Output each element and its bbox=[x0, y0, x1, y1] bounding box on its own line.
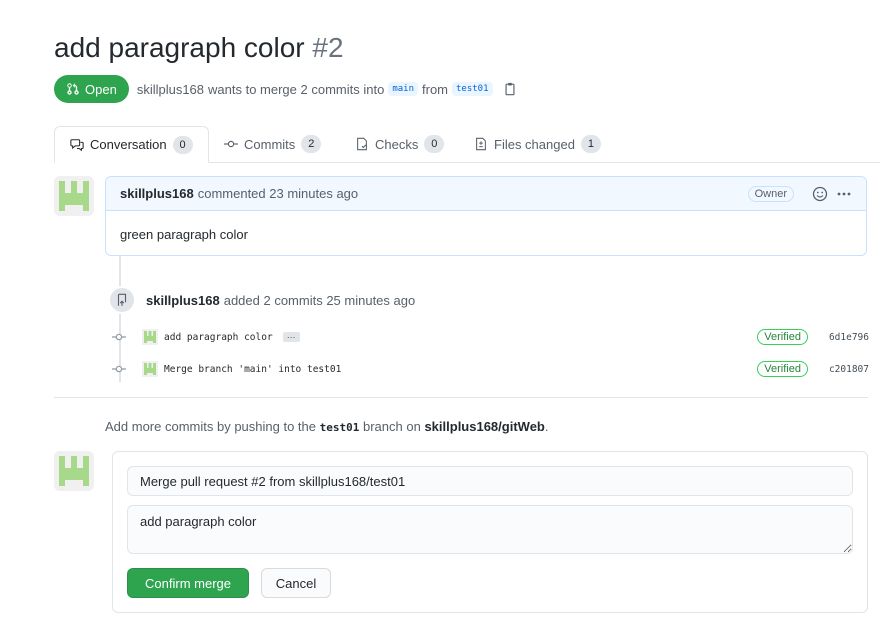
commits-added-event: skillplus168 added 2 commits 25 minutes … bbox=[108, 286, 416, 314]
owner-badge: Owner bbox=[747, 185, 794, 202]
git-commit-icon bbox=[112, 333, 126, 341]
avatar[interactable] bbox=[54, 176, 94, 216]
confirm-merge-button[interactable]: Confirm merge bbox=[127, 568, 249, 598]
commit-row: add paragraph color … Verified 6d1e796 bbox=[112, 326, 869, 348]
pr-state-row: Open skillplus168 wants to merge 2 commi… bbox=[54, 75, 517, 103]
state-badge: Open bbox=[54, 75, 129, 103]
push-hint: Add more commits by pushing to the test0… bbox=[105, 419, 549, 434]
tab-files-changed-count: 1 bbox=[580, 135, 601, 153]
comment-body: green paragraph color bbox=[120, 227, 248, 242]
tab-checks[interactable]: Checks 0 bbox=[340, 126, 459, 162]
pr-title: add paragraph color #2 bbox=[54, 32, 344, 64]
cancel-button[interactable]: Cancel bbox=[261, 568, 331, 598]
merge-commit-body-textarea[interactable]: add paragraph color bbox=[127, 505, 853, 554]
commit-row: Merge branch 'main' into test01 Verified… bbox=[112, 358, 869, 380]
commit-author-avatar[interactable] bbox=[142, 329, 158, 345]
tab-checks-count: 0 bbox=[424, 135, 445, 153]
tab-commits-label: Commits bbox=[244, 136, 296, 152]
head-branch[interactable]: test01 bbox=[452, 82, 493, 96]
avatar[interactable] bbox=[54, 451, 94, 491]
file-diff-icon bbox=[476, 137, 486, 151]
tab-commits-count: 2 bbox=[301, 135, 322, 153]
checklist-icon bbox=[357, 137, 367, 151]
push-hint-repo[interactable]: skillplus168/gitWeb bbox=[424, 419, 544, 434]
comment-box: skillplus168 commented 23 minutes ago Ow… bbox=[105, 176, 867, 256]
pr-number: #2 bbox=[312, 32, 344, 63]
git-pull-request-icon bbox=[67, 83, 79, 95]
copy-icon[interactable] bbox=[503, 82, 517, 96]
comment-discussion-icon bbox=[70, 138, 84, 151]
pull-request-page: add paragraph color #2 Open skillplus168… bbox=[0, 0, 894, 639]
push-hint-middle: branch on bbox=[363, 419, 421, 434]
merge-form: add paragraph color Confirm merge Cancel bbox=[112, 451, 868, 613]
tab-files-changed[interactable]: Files changed 1 bbox=[459, 126, 616, 162]
identicon-avatar bbox=[54, 451, 94, 491]
pr-merge-text: wants to merge 2 commits into bbox=[208, 81, 385, 97]
pr-title-text: add paragraph color bbox=[54, 32, 305, 63]
commit-sha[interactable]: 6d1e796 bbox=[829, 332, 869, 343]
push-hint-branch: test01 bbox=[319, 421, 360, 434]
pr-tabs: Conversation 0 Commits 2 Checks 0 Files … bbox=[54, 126, 880, 163]
base-branch[interactable]: main bbox=[388, 82, 418, 96]
repo-push-icon bbox=[117, 293, 127, 306]
commit-message[interactable]: Merge branch 'main' into test01 bbox=[164, 364, 341, 375]
smiley-icon[interactable] bbox=[812, 186, 828, 202]
tab-checks-label: Checks bbox=[375, 136, 419, 152]
event-author[interactable]: skillplus168 bbox=[146, 293, 220, 308]
comment-author[interactable]: skillplus168 bbox=[120, 186, 194, 201]
verified-badge[interactable]: Verified bbox=[757, 329, 808, 345]
tab-conversation[interactable]: Conversation 0 bbox=[54, 126, 209, 163]
push-hint-prefix: Add more commits by pushing to the bbox=[105, 419, 316, 434]
event-badge bbox=[108, 286, 136, 314]
comment-timestamp[interactable]: commented 23 minutes ago bbox=[198, 186, 358, 201]
verified-badge[interactable]: Verified bbox=[757, 361, 808, 377]
pr-from-text: from bbox=[422, 81, 448, 97]
kebab-horizontal-icon[interactable] bbox=[836, 186, 852, 202]
push-hint-suffix: . bbox=[544, 419, 549, 434]
commit-author-avatar[interactable] bbox=[142, 361, 158, 377]
state-label: Open bbox=[85, 81, 117, 97]
expand-commit-button[interactable]: … bbox=[282, 331, 300, 342]
identicon-avatar bbox=[54, 176, 94, 216]
tab-conversation-count: 0 bbox=[172, 135, 193, 154]
commit-message[interactable]: add paragraph color bbox=[164, 332, 273, 343]
tab-conversation-label: Conversation bbox=[90, 137, 167, 152]
tab-commits[interactable]: Commits 2 bbox=[209, 126, 336, 162]
merge-commit-title-input[interactable] bbox=[127, 466, 853, 496]
tab-files-changed-label: Files changed bbox=[494, 136, 575, 152]
git-commit-icon bbox=[224, 140, 238, 148]
event-action: added 2 commits 25 minutes ago bbox=[223, 292, 416, 308]
comment-header: skillplus168 commented 23 minutes ago Ow… bbox=[106, 177, 866, 211]
timeline-divider bbox=[54, 397, 868, 398]
commit-sha[interactable]: c201807 bbox=[829, 364, 869, 375]
git-commit-icon bbox=[112, 365, 126, 373]
pr-author[interactable]: skillplus168 bbox=[137, 82, 204, 97]
pr-meta: skillplus168 wants to merge 2 commits in… bbox=[137, 82, 517, 97]
